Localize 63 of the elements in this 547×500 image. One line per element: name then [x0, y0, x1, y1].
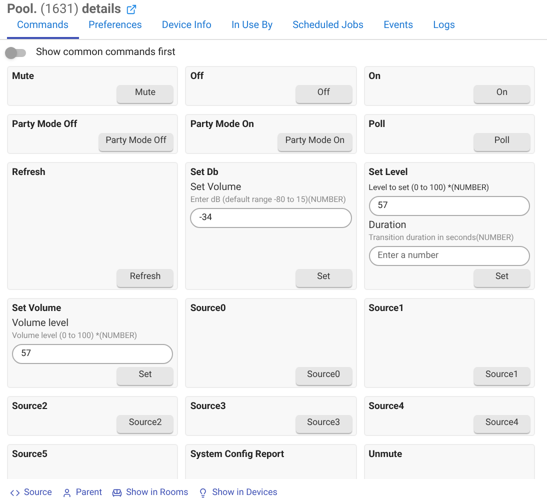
- field-label: Duration: [368, 220, 408, 232]
- field-label: Set Volume: [190, 182, 242, 194]
- command-title: Source4: [368, 400, 406, 412]
- command-title: Source0: [190, 302, 227, 314]
- command-button[interactable]: Mute: [117, 84, 174, 103]
- field-label: Volume level: [12, 318, 70, 330]
- command-button[interactable]: Source3: [296, 414, 352, 433]
- command-title: Source3: [190, 400, 227, 412]
- person-icon: [62, 488, 72, 498]
- command-title: Mute: [12, 70, 35, 82]
- command-button[interactable]: Source0: [296, 366, 352, 385]
- number-field[interactable]: 57: [368, 196, 530, 216]
- command-title: Party Mode Off: [12, 118, 78, 130]
- command-title: Source1: [368, 302, 406, 314]
- command-title: On: [368, 70, 382, 82]
- code-icon: [10, 488, 20, 498]
- tab[interactable]: Commands: [7, 18, 79, 39]
- command-button[interactable]: Set: [296, 268, 352, 287]
- tab[interactable]: Device Info: [152, 18, 222, 39]
- command-title: Party Mode On: [190, 118, 255, 130]
- external-link-icon[interactable]: [126, 4, 138, 15]
- command-title: Set Volume: [12, 302, 62, 314]
- command-button[interactable]: Party Mode On: [278, 132, 352, 151]
- command-button[interactable]: Source1: [474, 366, 530, 385]
- command-button[interactable]: Source4: [474, 414, 530, 433]
- field-hint: Volume level (0 to 100) *(NUMBER): [12, 330, 138, 341]
- tab[interactable]: In Use By: [221, 18, 283, 39]
- tab[interactable]: Logs: [423, 18, 466, 39]
- footer-link[interactable]: Source: [10, 486, 52, 500]
- number-field[interactable]: Enter a number: [368, 246, 530, 266]
- command-button[interactable]: Source2: [117, 414, 174, 433]
- tab[interactable]: Events: [374, 18, 424, 39]
- command-title: Set Db: [190, 166, 220, 178]
- sofa-icon: [112, 488, 122, 498]
- field-hint: Enter dB (default range -80 to 15)(NUMBER): [190, 194, 347, 205]
- tab[interactable]: Preferences: [78, 18, 152, 39]
- command-title: System Config Report: [190, 448, 286, 460]
- command-button[interactable]: Refresh: [117, 268, 174, 287]
- footer-link[interactable]: Show in Rooms: [112, 486, 188, 500]
- command-title: Poll: [368, 118, 386, 130]
- toggle-label: Show common commands first: [36, 46, 176, 60]
- footer-link[interactable]: Show in Devices: [198, 486, 278, 500]
- command-title: Off: [190, 70, 205, 82]
- number-field[interactable]: -34: [190, 208, 352, 228]
- bulb-icon: [198, 488, 208, 498]
- command-button[interactable]: Set: [474, 268, 530, 287]
- command-title: Source5: [12, 448, 48, 460]
- tab[interactable]: Scheduled Jobs: [282, 18, 374, 39]
- page-title: Pool. (1631) details: [7, 0, 122, 19]
- number-field[interactable]: 57: [12, 344, 174, 364]
- command-button[interactable]: Poll: [474, 132, 530, 151]
- toggle-switch[interactable]: [7, 48, 26, 57]
- command-title: Set Level: [368, 166, 409, 178]
- command-title: Source2: [12, 400, 48, 412]
- footer-link[interactable]: Parent: [62, 486, 102, 500]
- command-title: Unmute: [368, 448, 404, 460]
- field-hint: Transition duration in seconds(NUMBER): [368, 232, 515, 243]
- command-title: Refresh: [12, 166, 46, 178]
- command-button[interactable]: Set: [117, 366, 174, 385]
- command-button[interactable]: Party Mode Off: [98, 132, 174, 151]
- command-button[interactable]: Off: [296, 84, 352, 103]
- command-button[interactable]: On: [474, 84, 530, 103]
- field-hint: Level to set (0 to 100) *(NUMBER): [368, 182, 490, 193]
